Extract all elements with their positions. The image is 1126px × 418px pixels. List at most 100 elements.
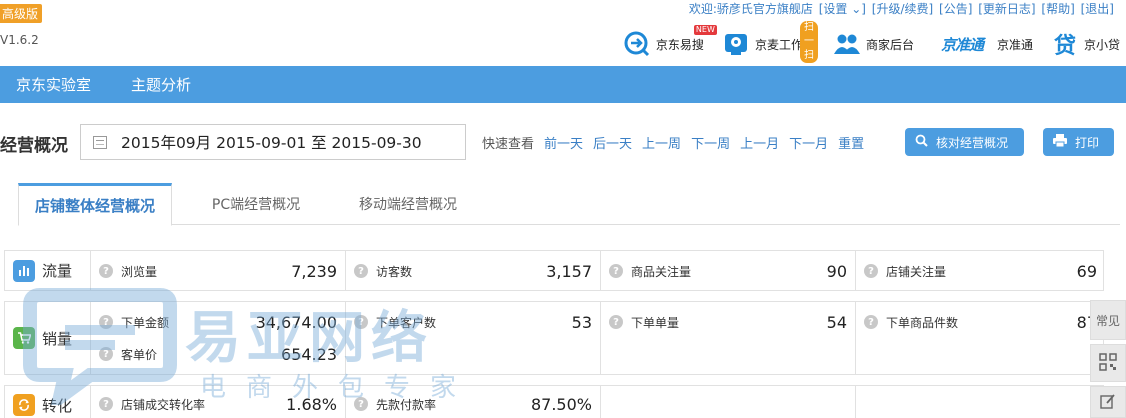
loan-logo-text: 贷 <box>1053 34 1076 59</box>
side-faq-label: 常见 <box>1095 313 1120 328</box>
app-jzt[interactable]: 京准通 京准通 <box>932 29 1033 59</box>
quick-next-day[interactable]: 后一天 <box>593 133 632 152</box>
metric-row-conversion: 转化 ? 店铺成交转化率 1.68% ? 先款付款率 87.50% <box>4 385 1104 418</box>
tab-store-overall[interactable]: 店铺整体经营概况 <box>18 183 172 226</box>
upgrade-link[interactable]: [升级/续费] <box>872 2 933 16</box>
help-icon[interactable]: ? <box>99 315 113 329</box>
metric-value: 3,157 <box>546 261 592 281</box>
page-title: 经营概况 <box>0 136 68 156</box>
quick-view: 快速查看 前一天 后一天 上一周 下一周 上一月 下一月 重置 <box>482 133 864 152</box>
nav-item-jd-lab[interactable]: 京东实验室 <box>0 74 111 95</box>
metric-row-sales: 销量 ? 下单金额 34,674.00 ? 客单价 654.23 ? 下单客户数 53 ? 下… <box>4 301 1104 375</box>
quick-prev-week[interactable]: 上一周 <box>642 133 681 152</box>
metric-label: 下单商品件数 <box>886 315 959 330</box>
metric-cell: ? 店铺成交转化率 1.68% <box>90 386 345 418</box>
metric-value: 7,239 <box>291 261 337 281</box>
search-icon <box>915 134 928 150</box>
metric-label: 店铺成交转化率 <box>121 397 206 412</box>
tab-pc-overview[interactable]: PC端经营概况 <box>196 183 316 225</box>
scan-badge: 扫一扫 <box>799 21 818 63</box>
top-links: 欢迎:骄彦氏官方旗舰店 [设置 ⌄] [升级/续费] [公告] [更新日志] [… <box>687 0 1114 17</box>
category-sales: 销量 <box>5 302 92 374</box>
metric-row-traffic: 流量 ? 浏览量 7,239 ? 访客数 3,157 ? 商品关注量 90 ? 店铺关注量 69 <box>4 250 1104 291</box>
nav-item-theme-analysis[interactable]: 主题分析 <box>111 74 211 95</box>
date-range-picker[interactable]: 2015年09月 2015-09-01 至 2015-09-30 <box>80 124 466 160</box>
side-faq-button[interactable]: 常见 <box>1090 300 1126 340</box>
metric-cell <box>855 386 1105 418</box>
bar-chart-icon <box>13 259 35 282</box>
print-label: 打印 <box>1075 135 1100 150</box>
help-icon[interactable]: ? <box>864 264 878 278</box>
metric-value: 654.23 <box>281 344 337 364</box>
metric-cell: ? 下单单量 54 <box>600 302 855 374</box>
changelog-link[interactable]: [更新日志] <box>978 2 1035 16</box>
app-jd-search[interactable]: 京东易搜 NEW <box>623 25 717 59</box>
metric-label: 浏览量 <box>121 264 158 279</box>
metric-cell: ? 访客数 3,157 <box>345 251 600 290</box>
help-icon[interactable]: ? <box>354 315 368 329</box>
app-label: 京准通 <box>996 37 1033 52</box>
app-label: 商家后台 <box>865 37 914 52</box>
quick-view-label: 快速查看 <box>482 137 535 152</box>
app-workbench[interactable]: 京麦工作台 扫一扫 <box>722 21 818 63</box>
notice-link[interactable]: [公告] <box>939 2 972 16</box>
metric-cell <box>600 386 855 418</box>
category-conversion: 转化 <box>5 386 92 418</box>
search-app-icon <box>623 30 651 58</box>
side-feedback-button[interactable] <box>1090 386 1126 418</box>
quick-prev-day[interactable]: 前一天 <box>544 133 583 152</box>
metric-label: 下单单量 <box>631 315 680 330</box>
metric-label: 下单客户数 <box>376 315 437 330</box>
help-icon[interactable]: ? <box>354 397 368 411</box>
help-icon[interactable]: ? <box>864 315 878 329</box>
tab-mobile-overview[interactable]: 移动端经营概况 <box>338 183 478 225</box>
metric-label: 访客数 <box>376 264 413 279</box>
category-label: 流量 <box>42 262 73 280</box>
help-icon[interactable]: ? <box>99 264 113 278</box>
metric-value: 1.68% <box>286 394 337 414</box>
help-icon[interactable]: ? <box>354 264 368 278</box>
metric-cell: ? 下单商品件数 87 <box>855 302 1105 374</box>
metric-value: 69 <box>1076 261 1097 281</box>
quick-reset[interactable]: 重置 <box>838 133 864 152</box>
metric-value: 34,674.00 <box>255 312 337 332</box>
help-icon[interactable]: ? <box>609 315 623 329</box>
category-traffic: 流量 <box>5 251 92 290</box>
metric-label: 下单金额 <box>121 315 170 330</box>
printer-icon <box>1053 134 1067 150</box>
help-icon[interactable]: ? <box>609 264 623 278</box>
refresh-icon <box>13 394 35 416</box>
settings-link[interactable]: [设置 ⌄] <box>819 2 866 16</box>
metric-label: 客单价 <box>121 347 158 362</box>
metric-cell: ? 商品关注量 90 <box>600 251 855 290</box>
metric-label: 店铺关注量 <box>886 264 947 279</box>
print-button[interactable]: 打印 <box>1043 128 1114 156</box>
side-qrcode-button[interactable] <box>1090 344 1126 382</box>
metric-cell: ? 店铺关注量 69 <box>855 251 1105 290</box>
logout-link[interactable]: [退出] <box>1081 2 1114 16</box>
version-number: V1.6.2 <box>0 33 39 47</box>
metric-cell: ? 下单客户数 53 <box>345 302 600 374</box>
metric-value: 90 <box>826 261 847 281</box>
welcome-text: 欢迎:骄彦氏官方旗舰店 <box>688 2 813 16</box>
help-icon[interactable]: ? <box>99 397 113 411</box>
category-label: 销量 <box>42 329 73 348</box>
qrcode-icon <box>1099 352 1117 374</box>
help-link[interactable]: [帮助] <box>1041 2 1074 16</box>
check-overview-button[interactable]: 核对经营概况 <box>905 128 1024 156</box>
app-shortcuts: 京东易搜 NEW 京麦工作台 扫一扫 商家后台 京准通 京准通 贷 京小贷 <box>605 21 1120 63</box>
quick-next-month[interactable]: 下一月 <box>789 133 828 152</box>
loan-icon: 贷 <box>1051 30 1079 59</box>
metric-cell: ? 先款付款率 87.50% <box>345 386 600 418</box>
users-icon <box>833 30 861 58</box>
app-label: 京小贷 <box>1083 37 1120 52</box>
check-overview-label: 核对经营概况 <box>936 135 1009 150</box>
help-icon[interactable]: ? <box>99 347 113 361</box>
quick-prev-month[interactable]: 上一月 <box>740 133 779 152</box>
app-label: 京东易搜 <box>655 37 704 52</box>
app-jd-loan[interactable]: 贷 京小贷 <box>1051 29 1120 59</box>
new-badge: NEW <box>693 25 717 35</box>
app-merchant-backend[interactable]: 商家后台 <box>833 29 914 59</box>
quick-next-week[interactable]: 下一周 <box>691 133 730 152</box>
jzt-logo-text: 京准通 <box>940 35 984 54</box>
